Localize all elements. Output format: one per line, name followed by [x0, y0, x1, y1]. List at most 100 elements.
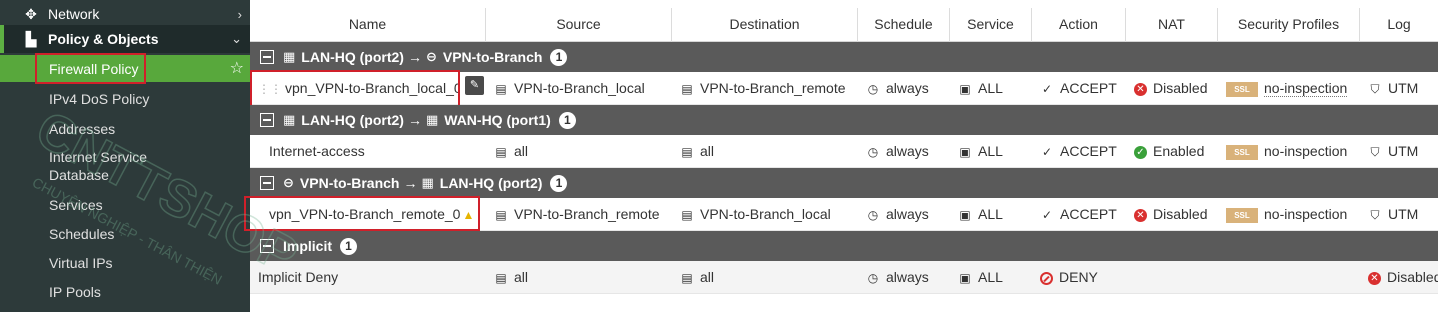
interface-icon: ▦: [425, 112, 439, 127]
destination-value: all: [700, 143, 715, 159]
cell-name[interactable]: ⋮⋮vpn_VPN-to-Branch_local_0▲: [258, 72, 458, 105]
service-value: ALL: [978, 206, 1003, 222]
warning-icon: ▲: [462, 208, 474, 222]
cell-destination: ▤ VPN-to-Branch_remote: [680, 72, 858, 105]
column-header-security-profiles[interactable]: Security Profiles: [1218, 8, 1360, 42]
cell-action: ✓ ACCEPT: [1040, 135, 1126, 168]
cell-nat: ✓ Enabled: [1134, 135, 1218, 168]
service-value: ALL: [978, 269, 1003, 285]
sidebar-item-ip-pools[interactable]: IP Pools: [0, 279, 250, 305]
service-value: ALL: [978, 80, 1003, 96]
sidebar-item-virtual-ips[interactable]: Virtual IPs: [0, 250, 250, 276]
profile-value: no-inspection: [1264, 143, 1348, 159]
table-row[interactable]: vpn_VPN-to-Branch_remote_0 ▲ ▤ VPN-to-Bran…: [250, 198, 1438, 231]
cell-schedule: ◷ always: [866, 72, 950, 105]
collapse-toggle-icon[interactable]: [260, 239, 274, 253]
schedule-icon: ◷: [867, 271, 879, 285]
interface-icon: ▦: [283, 112, 296, 127]
collapse-toggle-icon[interactable]: [260, 113, 274, 127]
chevron-right-icon: ›: [237, 6, 242, 22]
column-header-action[interactable]: Action: [1032, 8, 1126, 42]
arrow-icon: →: [407, 112, 422, 128]
policy-table: Name Source Destination Schedule Service…: [244, 0, 1438, 312]
cell-name[interactable]: Internet-access: [269, 135, 469, 168]
checkmark-icon: ✓: [1041, 145, 1053, 159]
group-to-interface: WAN-HQ (port1): [444, 112, 551, 128]
service-icon: ▣: [959, 271, 971, 285]
cell-security-profile: SSL no-inspection: [1226, 135, 1360, 168]
sidebar-item-label: Internet Service Database: [49, 149, 148, 183]
nat-value: Disabled: [1153, 206, 1208, 222]
chevron-down-icon: ⌄: [231, 31, 242, 46]
sidebar-item-label: Services: [49, 197, 103, 213]
sidebar-policy-objects[interactable]: ▙ Policy & Objects ⌄: [0, 25, 250, 53]
sidebar-network[interactable]: ✥ Network ›: [0, 0, 250, 28]
policy-group-implicit[interactable]: Implicit 1: [250, 231, 1438, 261]
column-header-name[interactable]: Name: [250, 8, 486, 42]
source-value: all: [514, 143, 529, 159]
sidebar-item-label: Firewall Policy: [49, 60, 139, 77]
deny-icon: [1040, 271, 1053, 285]
sidebar-item-label: Virtual IPs: [49, 255, 113, 271]
table-row[interactable]: ⋮⋮vpn_VPN-to-Branch_local_0▲ ▤ VPN-to-Bra…: [250, 72, 1438, 105]
source-value: VPN-to-Branch_local: [514, 80, 645, 96]
column-header-destination[interactable]: Destination: [672, 8, 858, 42]
sidebar-item-ipv4-dos-policy[interactable]: IPv4 DoS Policy: [0, 86, 250, 112]
policy-name: Implicit Deny: [258, 269, 339, 285]
cell-name[interactable]: Implicit Deny: [258, 261, 458, 294]
address-icon: ▤: [495, 208, 507, 222]
profile-value: no-inspection: [1264, 80, 1348, 97]
log-value: UTM: [1388, 206, 1419, 222]
policy-group-lan-hq-to-wan-hq[interactable]: ▦ LAN-HQ (port2) → ▦ WAN-HQ (port1) 1: [250, 105, 1438, 135]
sidebar: ✥ Network › ▙ Policy & Objects ⌄ Firewal…: [0, 0, 250, 312]
policy-group-lan-hq-to-vpn-to-branch[interactable]: ▦ LAN-HQ (port2) → ⊖ VPN-to-Branch 1: [250, 42, 1438, 72]
tunnel-icon: ⊖: [283, 175, 294, 190]
schedule-icon: ◷: [867, 145, 879, 159]
cell-schedule: ◷ always: [866, 261, 950, 294]
policy-group-vpn-to-branch-to-lan-hq[interactable]: ⊖ VPN-to-Branch → ▦ LAN-HQ (port2) 1: [250, 168, 1438, 198]
collapse-toggle-icon[interactable]: [260, 50, 274, 64]
sidebar-item-label: Schedules: [49, 226, 115, 242]
schedule-value: always: [886, 269, 929, 285]
sidebar-item-schedules[interactable]: Schedules: [0, 221, 250, 247]
column-header-service[interactable]: Service: [950, 8, 1032, 42]
table-header: Name Source Destination Schedule Service…: [250, 8, 1438, 42]
star-icon[interactable]: ☆: [230, 60, 244, 78]
group-from-interface: VPN-to-Branch: [299, 175, 400, 191]
sidebar-item-firewall-policy[interactable]: Firewall Policy ☆: [0, 55, 250, 82]
collapse-toggle-icon[interactable]: [260, 176, 274, 190]
table-row[interactable]: Internet-access ▤ all ▤ all ◷ always ▣ ALL ✓…: [250, 135, 1438, 168]
column-header-nat[interactable]: NAT: [1126, 8, 1218, 42]
policy-icon: ▙: [25, 30, 37, 47]
disabled-icon: ✕: [1368, 271, 1381, 285]
column-header-log[interactable]: Log: [1360, 8, 1438, 42]
ssl-icon: SSL: [1226, 81, 1258, 97]
profile-value: no-inspection: [1264, 206, 1348, 222]
column-header-source[interactable]: Source: [486, 8, 672, 42]
table-row[interactable]: Implicit Deny ▤ all ▤ all ◷ always ▣ ALL DEN…: [250, 261, 1438, 294]
sidebar-item-addresses[interactable]: Addresses: [0, 116, 250, 142]
schedule-icon: ◷: [867, 208, 879, 222]
cell-source: ▤ all: [494, 261, 672, 294]
tunnel-icon: ⊖: [425, 49, 437, 64]
schedule-value: always: [886, 206, 929, 222]
cell-name[interactable]: vpn_VPN-to-Branch_remote_0 ▲: [269, 198, 474, 231]
sidebar-network-label: Network: [48, 6, 100, 22]
address-icon: ▤: [495, 82, 507, 96]
sidebar-item-internet-service-database[interactable]: Internet Service Database: [0, 148, 250, 186]
column-header-schedule[interactable]: Schedule: [858, 8, 950, 42]
cell-log: ⛉ UTM: [1368, 72, 1438, 105]
schedule-value: always: [886, 80, 929, 96]
sidebar-item-label: Addresses: [49, 121, 116, 137]
cell-action: DENY: [1040, 261, 1126, 294]
interface-icon: ▦: [421, 175, 434, 190]
address-icon: ▤: [681, 82, 693, 96]
sidebar-item-services[interactable]: Services: [0, 192, 250, 218]
cell-schedule: ◷ always: [866, 135, 950, 168]
edit-pencil-icon[interactable]: ✎: [465, 76, 484, 95]
ssl-icon: SSL: [1226, 144, 1258, 160]
drag-handle-icon[interactable]: ⋮⋮: [258, 82, 282, 96]
disabled-icon: ✕: [1134, 208, 1147, 222]
sidebar-policy-objects-label: Policy & Objects: [48, 31, 159, 47]
cell-destination: ▤ all: [680, 135, 858, 168]
